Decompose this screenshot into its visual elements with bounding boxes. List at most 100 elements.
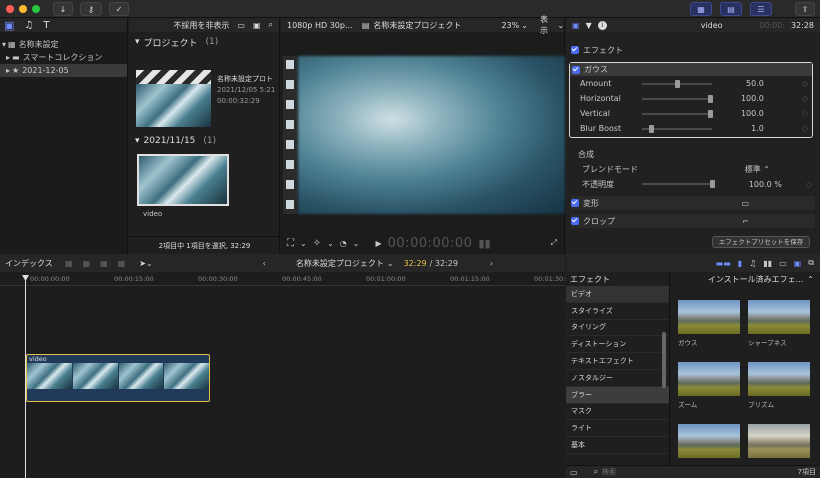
installed-effects-dropdown[interactable]: インストール済みエフェ... ⌃ [671,272,820,286]
photos-audio-icon[interactable]: ♫ [24,20,33,31]
connect-clip-icon[interactable]: ▦ [65,259,73,268]
sidebar-toggle-icon[interactable]: ▭ [570,468,578,477]
zoom-window-button[interactable] [32,5,40,13]
keyframe-icon[interactable]: ◇ [802,124,808,133]
show-timeline-button[interactable]: ▤ [720,2,742,16]
effect-category-item[interactable]: 基本 [566,437,669,454]
effects-search-input[interactable] [602,468,753,476]
effect-category-item[interactable]: タイリング [566,320,669,337]
filmstrip-view-icon[interactable]: ▭ [237,21,245,30]
transform-checkbox[interactable] [571,199,579,207]
effect-thumb-sharpness[interactable]: シャープネス [748,300,810,347]
chevron-down-icon[interactable]: ⌄ [387,259,394,268]
background-tasks-button[interactable]: ✓ [109,2,129,16]
param-slider-knob[interactable] [648,124,654,133]
crop-checkbox[interactable] [571,217,579,225]
effects-browser-icon[interactable]: ▣ [794,259,802,268]
effect-thumb-prism[interactable]: プリズム [748,362,810,409]
show-inspector-button[interactable]: ☰ [750,2,772,16]
video-frame[interactable] [298,56,565,214]
param-slider-knob[interactable] [708,109,713,118]
gauss-checkbox[interactable] [572,65,580,74]
param-slider[interactable] [642,109,713,118]
smart-collection-item[interactable]: ▸ ▬ スマートコレクション [0,51,127,64]
clip-appearance-icon[interactable]: ▣ [253,21,261,30]
effect-category-item[interactable]: ライト [566,420,669,438]
transform-overlay-icon[interactable]: ▭ [741,199,749,208]
transform-tool-icon[interactable]: ⛶ [287,238,294,249]
effect-thumb[interactable] [748,424,810,458]
opacity-value[interactable]: 100.0 % [749,180,782,189]
overwrite-clip-icon[interactable]: ▦ [118,259,126,268]
param-slider-knob[interactable] [708,94,713,103]
skimming-icon[interactable]: ▮▮ [763,259,772,268]
close-window-button[interactable] [6,5,14,13]
share-button[interactable]: ⇪ [795,2,815,16]
effect-thumb-gauss[interactable]: ガウス [678,300,740,347]
transitions-browser-icon[interactable]: ⧉ [808,258,814,268]
keyframe-icon[interactable]: ◇ [802,109,808,118]
clip-thumbnail[interactable] [137,154,229,206]
select-tool-icon[interactable]: ➤ [139,259,146,268]
effect-category-item[interactable]: テキストエフェクト [566,353,669,370]
param-value[interactable]: 50.0 [746,79,764,88]
category-scrollbar[interactable] [662,332,666,388]
clip-filter-dropdown[interactable]: 不採用を非表示 [173,20,229,31]
effect-thumb-zoom[interactable]: ズーム [678,362,740,409]
effect-category-item[interactable]: スタイライズ [566,303,669,320]
minimize-window-button[interactable] [19,5,27,13]
param-slider[interactable] [642,94,713,103]
date-section-header[interactable]: ▾ 2021/11/15 (1) [135,134,216,148]
save-effects-preset-button[interactable]: エフェクトプリセットを保存 [712,236,810,248]
info-tab-icon[interactable]: i [597,20,607,30]
keyframe-icon[interactable]: ◇ [802,94,808,103]
import-button[interactable]: ↓ [53,2,73,16]
param-slider-knob[interactable] [675,79,680,88]
param-value[interactable]: 1.0 [751,124,764,133]
effect-thumb[interactable] [678,424,740,458]
effect-category-item[interactable]: マスク [566,404,669,421]
show-browser-button[interactable]: ▦ [690,2,712,16]
effects-checkbox[interactable] [571,46,579,54]
keyframe-icon[interactable]: ◇ [802,79,808,88]
back-icon[interactable]: ‹ [263,259,266,268]
append-clip-icon[interactable]: ▦ [100,259,108,268]
projects-section-header[interactable]: ▾ プロジェクト (1) [129,35,279,49]
opacity-slider[interactable] [642,180,715,188]
timeline-ruler[interactable]: 00:00:00:00 00:00:15:00 00:00:30:00 00:00:4… [0,272,574,286]
effect-category-item[interactable]: ディストーション [566,336,669,354]
opacity-slider-knob[interactable] [710,180,715,188]
effect-category-item[interactable]: ビデオ [566,286,669,303]
titles-generators-icon[interactable]: T [43,20,49,31]
timeline-clip[interactable]: video [26,354,210,402]
film-tab-icon[interactable]: ▣ [572,21,580,30]
effect-category-item[interactable]: ノスタルジー [566,370,669,387]
forward-icon[interactable]: › [490,259,493,268]
snapping-icon[interactable]: ▮ [738,259,742,268]
color-tab-icon[interactable]: ▼ [586,21,592,30]
fullscreen-icon[interactable]: ⤢ [551,238,557,248]
project-thumbnail[interactable] [136,70,211,127]
param-value[interactable]: 100.0 [741,94,764,103]
speedometer-icon[interactable]: ◔ [340,239,347,248]
search-icon[interactable]: ⌕ [269,20,273,30]
event-item[interactable]: ▸ ★ 2021-12-05 [0,64,127,77]
library-item[interactable]: ▾ ▦ 名称未設定 [0,38,127,51]
param-slider[interactable] [642,79,712,88]
audio-icon[interactable]: ♫ [749,259,756,268]
play-icon[interactable]: ▶ [375,239,381,248]
param-slider[interactable] [642,124,712,133]
index-button[interactable]: インデックス [5,258,65,269]
libraries-icon[interactable]: ▣ [4,19,14,32]
effect-category-item[interactable]: ブラー [566,386,669,404]
keywords-button[interactable]: ⚷ [80,2,102,16]
insert-clip-icon[interactable]: ▦ [83,259,91,268]
blend-mode-dropdown[interactable]: 標準 ⌃ [745,164,770,175]
keyframe-icon[interactable]: ◇ [806,180,812,189]
zoom-dropdown[interactable]: 23% [487,21,519,30]
crop-overlay-icon[interactable]: ⌐ [742,217,749,226]
view-dropdown[interactable]: 表示 [540,14,555,36]
clip-appearance-icon[interactable]: ▬▬ [716,259,731,268]
magic-wand-icon[interactable]: ✧ [313,238,321,249]
solo-icon[interactable]: ▭ [779,259,787,268]
